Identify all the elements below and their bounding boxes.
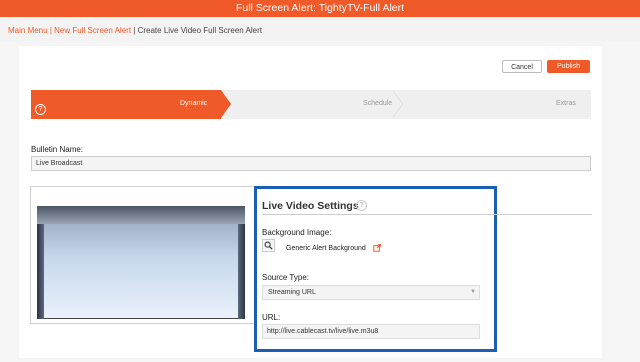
breadcrumb-separator: | <box>49 26 52 35</box>
breadcrumb-main-menu[interactable]: Main Menu <box>8 26 48 35</box>
bulletin-name-label: Bulletin Name: <box>31 145 84 154</box>
breadcrumb-current: Create Live Video Full Screen Alert <box>137 26 262 35</box>
breadcrumb: Main Menu | New Full Screen Alert | Crea… <box>8 26 262 35</box>
help-icon[interactable]: ? <box>35 104 46 115</box>
section-divider <box>262 214 592 215</box>
chevron-down-icon: ▼ <box>470 289 476 295</box>
source-type-label: Source Type: <box>262 273 309 282</box>
bulletin-name-input[interactable]: Live Broadcast <box>31 156 591 171</box>
url-label: URL: <box>262 313 281 322</box>
breadcrumb-new-alert[interactable]: New Full Screen Alert <box>54 26 131 35</box>
step-arrow <box>221 90 231 118</box>
preview-header <box>37 206 245 224</box>
live-video-settings-title: Live Video Settings <box>262 200 359 212</box>
step-divider-inner <box>392 90 402 118</box>
url-input[interactable]: http://live.cablecast.tv/live/live.m3u8 <box>262 324 480 339</box>
preview-right-edge <box>238 224 245 319</box>
page-title: Full Screen Alert: TightyTV-Full Alert <box>235 2 405 14</box>
search-icon[interactable] <box>262 239 275 252</box>
preview-left-edge <box>37 224 44 319</box>
background-image-label: Background Image: <box>262 228 332 237</box>
external-link-icon[interactable] <box>373 243 382 254</box>
publish-button[interactable]: Publish <box>547 60 590 73</box>
cancel-button[interactable]: Cancel <box>502 60 542 73</box>
source-type-select[interactable]: Streaming URL <box>262 285 480 300</box>
background-image-name: Generic Alert Background <box>286 245 366 252</box>
help-icon[interactable]: ? <box>356 200 367 211</box>
step-schedule-label[interactable]: Schedule <box>363 100 392 107</box>
step-dynamic-label[interactable]: Dynamic <box>180 100 207 107</box>
step-extras-label[interactable]: Extras <box>556 100 576 107</box>
breadcrumb-separator: | <box>133 26 136 35</box>
